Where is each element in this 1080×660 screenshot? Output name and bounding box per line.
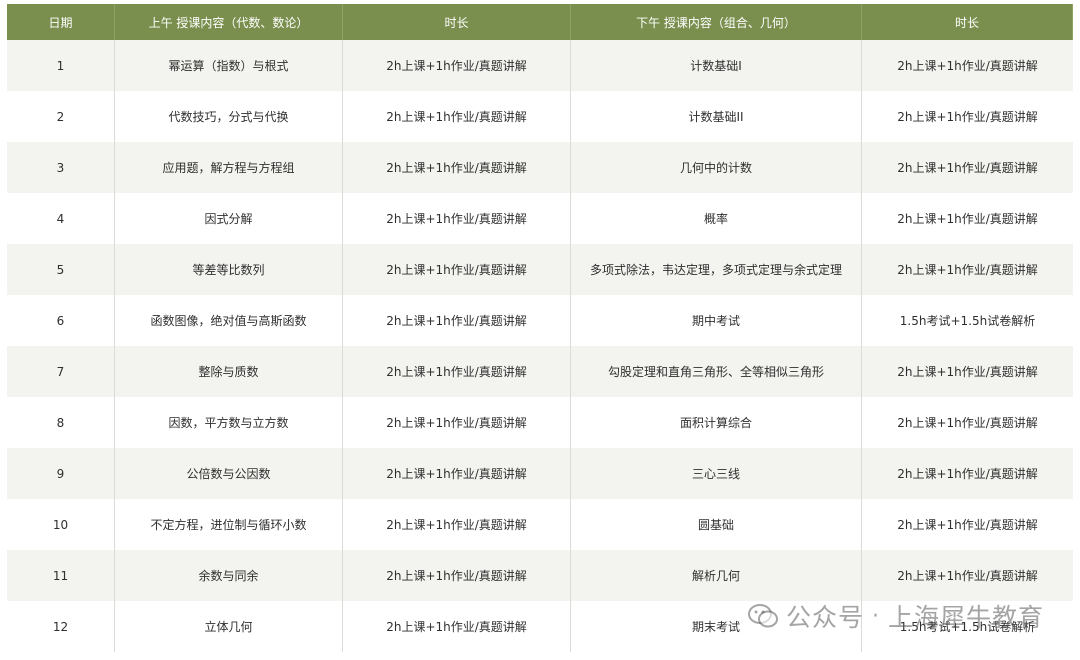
- cell-morning-content: 函数图像，绝对值与高斯函数: [115, 295, 343, 346]
- cell-afternoon-content: 勾股定理和直角三角形、全等相似三角形: [571, 346, 862, 397]
- cell-afternoon-content: 解析几何: [571, 550, 862, 601]
- header-morning-duration: 时长: [343, 4, 571, 40]
- cell-afternoon-content: 计数基础II: [571, 91, 862, 142]
- cell-morning-content: 等差等比数列: [115, 244, 343, 295]
- cell-afternoon-content: 期中考试: [571, 295, 862, 346]
- cell-morning-duration: 2h上课+1h作业/真题讲解: [343, 40, 571, 91]
- cell-morning-duration: 2h上课+1h作业/真题讲解: [343, 295, 571, 346]
- cell-afternoon-duration: 2h上课+1h作业/真题讲解: [897, 59, 1038, 73]
- table-row: 12 立体几何 2h上课+1h作业/真题讲解 期末考试 1.5h考试+1.5h试卷解析: [7, 601, 1073, 652]
- cell-morning-duration: 2h上课+1h作业/真题讲解: [343, 601, 571, 652]
- cell-morning-duration: 2h上课+1h作业/真题讲解: [343, 244, 571, 295]
- cell-date: 12: [7, 601, 115, 652]
- cell-afternoon-duration: 2h上课+1h作业/真题讲解: [897, 161, 1038, 175]
- table-row: 7 整除与质数 2h上课+1h作业/真题讲解 勾股定理和直角三角形、全等相似三角形 2h…: [7, 346, 1073, 397]
- cell-morning-content: 因式分解: [115, 193, 343, 244]
- table-row: 2 代数技巧，分式与代换 2h上课+1h作业/真题讲解 计数基础II 2h上课+1h作业…: [7, 91, 1073, 142]
- cell-afternoon-duration: 2h上课+1h作业/真题讲解: [897, 467, 1038, 481]
- cell-date: 11: [7, 550, 115, 601]
- cell-date: 6: [7, 295, 115, 346]
- table-row: 4 因式分解 2h上课+1h作业/真题讲解 概率 2h上课+1h作业/真题讲解: [7, 193, 1073, 244]
- cell-morning-content: 公倍数与公因数: [115, 448, 343, 499]
- cell-afternoon-duration: 2h上课+1h作业/真题讲解: [897, 416, 1038, 430]
- cell-morning-content: 应用题，解方程与方程组: [115, 142, 343, 193]
- cell-afternoon-duration: 2h上课+1h作业/真题讲解: [897, 569, 1038, 583]
- cell-morning-content: 因数，平方数与立方数: [115, 397, 343, 448]
- cell-date: 10: [7, 499, 115, 550]
- cell-morning-content: 整除与质数: [115, 346, 343, 397]
- cell-date: 1: [7, 40, 115, 91]
- table-row: 3 应用题，解方程与方程组 2h上课+1h作业/真题讲解 几何中的计数 2h上课+1h作…: [7, 142, 1073, 193]
- cell-afternoon-duration: 2h上课+1h作业/真题讲解: [897, 263, 1038, 277]
- cell-morning-duration: 2h上课+1h作业/真题讲解: [343, 193, 571, 244]
- cell-morning-duration: 2h上课+1h作业/真题讲解: [343, 397, 571, 448]
- cell-morning-duration: 2h上课+1h作业/真题讲解: [343, 346, 571, 397]
- cell-date: 8: [7, 397, 115, 448]
- cell-morning-duration: 2h上课+1h作业/真题讲解: [343, 91, 571, 142]
- table-row: 5 等差等比数列 2h上课+1h作业/真题讲解 多项式除法，韦达定理，多项式定理与余式…: [7, 244, 1073, 295]
- cell-afternoon-content: 期末考试: [571, 601, 862, 652]
- header-morning-content: 上午 授课内容（代数、数论）: [115, 4, 343, 40]
- cell-morning-duration: 2h上课+1h作业/真题讲解: [343, 142, 571, 193]
- cell-afternoon-content: 圆基础: [571, 499, 862, 550]
- cell-date: 4: [7, 193, 115, 244]
- cell-afternoon-content: 面积计算综合: [571, 397, 862, 448]
- table-row: 8 因数，平方数与立方数 2h上课+1h作业/真题讲解 面积计算综合 2h上课+1h作业…: [7, 397, 1073, 448]
- cell-afternoon-duration: 2h上课+1h作业/真题讲解: [897, 518, 1038, 532]
- table-row: 10 不定方程，进位制与循环小数 2h上课+1h作业/真题讲解 圆基础 2h上课+1h作…: [7, 499, 1073, 550]
- cell-afternoon-content: 多项式除法，韦达定理，多项式定理与余式定理: [571, 244, 862, 295]
- cell-afternoon-content: 计数基础I: [571, 40, 862, 91]
- cell-date: 5: [7, 244, 115, 295]
- cell-afternoon-duration: 1.5h考试+1.5h试卷解析: [899, 620, 1036, 634]
- cell-afternoon-content: 几何中的计数: [571, 142, 862, 193]
- cell-afternoon-duration: 2h上课+1h作业/真题讲解: [897, 212, 1038, 226]
- cell-date: 9: [7, 448, 115, 499]
- schedule-table: 日期 上午 授课内容（代数、数论） 时长 下午 授课内容（组合、几何） 时长 1…: [7, 4, 1073, 652]
- table-row: 9 公倍数与公因数 2h上课+1h作业/真题讲解 三心三线 2h上课+1h作业/真题讲解: [7, 448, 1073, 499]
- header-afternoon-content: 下午 授课内容（组合、几何）: [571, 4, 862, 40]
- cell-afternoon-content: 三心三线: [571, 448, 862, 499]
- cell-afternoon-duration: 2h上课+1h作业/真题讲解: [897, 365, 1038, 379]
- cell-afternoon-content: 概率: [571, 193, 862, 244]
- cell-afternoon-duration: 1.5h考试+1.5h试卷解析: [899, 314, 1036, 328]
- table-header-row: 日期 上午 授课内容（代数、数论） 时长 下午 授课内容（组合、几何） 时长: [7, 4, 1073, 40]
- cell-afternoon-duration: 2h上课+1h作业/真题讲解: [897, 110, 1038, 124]
- cell-morning-content: 立体几何: [115, 601, 343, 652]
- cell-morning-duration: 2h上课+1h作业/真题讲解: [343, 550, 571, 601]
- cell-date: 2: [7, 91, 115, 142]
- table-body: 1 幂运算（指数）与根式 2h上课+1h作业/真题讲解 计数基础I 2h上课+1h作业/…: [7, 40, 1073, 652]
- cell-date: 7: [7, 346, 115, 397]
- cell-morning-content: 不定方程，进位制与循环小数: [115, 499, 343, 550]
- cell-morning-content: 代数技巧，分式与代换: [115, 91, 343, 142]
- cell-morning-content: 余数与同余: [115, 550, 343, 601]
- header-date: 日期: [7, 4, 115, 40]
- cell-morning-duration: 2h上课+1h作业/真题讲解: [343, 448, 571, 499]
- table-row: 6 函数图像，绝对值与高斯函数 2h上课+1h作业/真题讲解 期中考试 1.5h考试+1…: [7, 295, 1073, 346]
- cell-morning-content: 幂运算（指数）与根式: [115, 40, 343, 91]
- header-afternoon-duration: 时长: [862, 4, 1073, 40]
- cell-date: 3: [7, 142, 115, 193]
- cell-morning-duration: 2h上课+1h作业/真题讲解: [343, 499, 571, 550]
- table-row: 1 幂运算（指数）与根式 2h上课+1h作业/真题讲解 计数基础I 2h上课+1h作业/…: [7, 40, 1073, 91]
- table-row: 11 余数与同余 2h上课+1h作业/真题讲解 解析几何 2h上课+1h作业/真题讲解: [7, 550, 1073, 601]
